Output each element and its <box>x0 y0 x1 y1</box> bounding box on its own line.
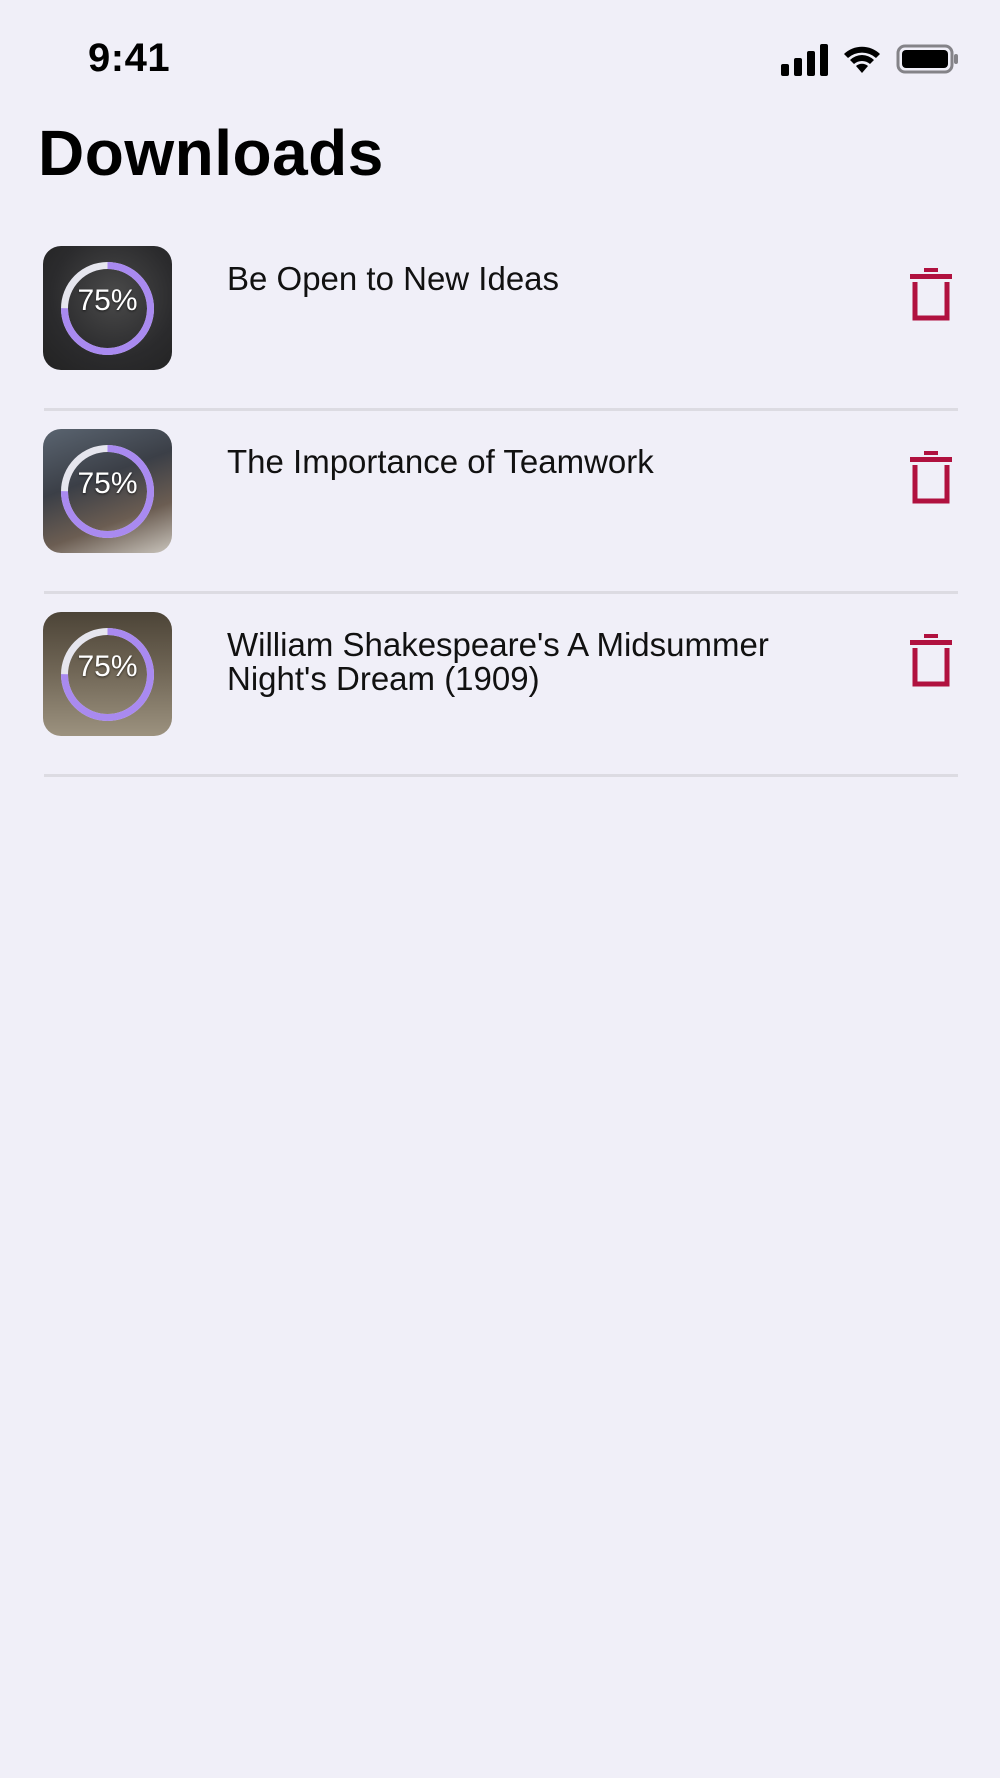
trash-icon[interactable] <box>908 266 954 322</box>
status-time: 9:41 <box>88 36 171 80</box>
trash-icon[interactable] <box>908 449 954 505</box>
wifi-icon <box>844 46 880 73</box>
cellular-signal-icon <box>781 42 828 76</box>
download-item[interactable]: 75% William Shakespeare's A Midsummer Ni… <box>0 594 1000 777</box>
download-item[interactable]: 75% Be Open to New Ideas <box>0 228 1000 411</box>
row-divider <box>44 774 958 777</box>
download-thumbnail: 75% <box>43 429 172 553</box>
download-thumbnail: 75% <box>43 612 172 736</box>
trash-icon[interactable] <box>908 632 954 688</box>
download-title: The Importance of Teamwork <box>227 443 654 480</box>
progress-percent: 75% <box>77 284 138 317</box>
download-title: Be Open to New Ideas <box>227 260 560 297</box>
progress-percent: 75% <box>77 467 138 500</box>
page-title: Downloads <box>38 117 384 189</box>
download-title: William Shakespeare's A Midsummer Night'… <box>227 626 769 697</box>
download-item[interactable]: 75% The Importance of Teamwork <box>0 411 1000 594</box>
download-thumbnail: 75% <box>43 246 172 370</box>
downloads-list: 75% Be Open to New Ideas 75% The Importa… <box>0 228 1000 777</box>
battery-icon <box>896 44 958 74</box>
status-bar: 9:41 <box>0 0 1000 120</box>
progress-percent: 75% <box>77 650 138 683</box>
status-icons <box>781 42 960 76</box>
